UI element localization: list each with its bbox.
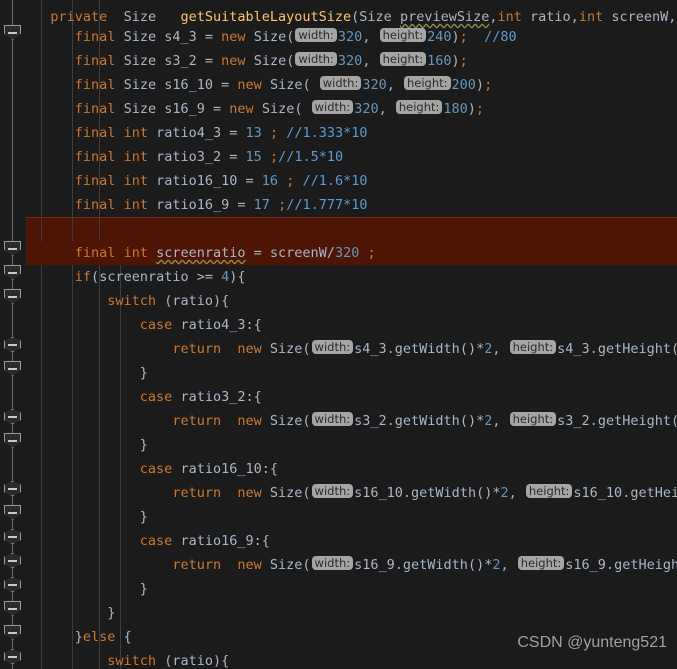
fold-minus-glyph (8, 608, 17, 610)
param-hint-width: width: (295, 28, 337, 42)
code-line[interactable]: if(screenratio >= 4){ (26, 265, 677, 289)
param-hint-height: height: (509, 340, 557, 354)
param-hint-width: width: (311, 100, 354, 114)
fold-end-icon[interactable] (4, 337, 21, 352)
fold-end-icon[interactable] (4, 649, 21, 664)
param-hint-width: width: (311, 556, 354, 570)
fold-end-icon[interactable] (4, 409, 21, 424)
param-hint-height: height: (379, 52, 427, 66)
code-line[interactable]: } (26, 433, 677, 457)
fold-collapse-icon[interactable] (4, 361, 21, 376)
code-line[interactable]: final Size s3_2 = new Size(width: 320, he… (26, 49, 677, 73)
fold-collapse-icon[interactable] (4, 505, 21, 520)
code-line[interactable]: final int ratio3_2 = 15 ;//1.5*10 (26, 145, 677, 169)
fold-minus-glyph (8, 416, 17, 418)
code-line[interactable]: } (26, 361, 677, 385)
param-hint-width: width: (311, 484, 354, 498)
fold-minus-glyph (8, 296, 17, 298)
code-line[interactable]: case ratio4_3:{ (26, 313, 677, 337)
fold-minus-glyph (8, 536, 17, 538)
code-line[interactable]: case ratio3_2:{ (26, 385, 677, 409)
param-hint-height: height: (525, 484, 573, 498)
code-line[interactable]: return new Size(width: s16_10.getWidth()*… (26, 481, 677, 505)
csdn-watermark: CSDN @yunteng521 (517, 634, 667, 651)
code-lines[interactable]: private Size getSuitableLayoutSize(Size … (26, 0, 677, 669)
fold-minus-glyph (8, 512, 17, 514)
code-line[interactable]: } (26, 505, 677, 529)
fold-minus-glyph (8, 440, 17, 442)
param-hint-height: height: (517, 556, 565, 570)
code-line[interactable]: case ratio16_9:{ (26, 529, 677, 553)
param-hint-height: height: (404, 76, 451, 90)
fold-minus-glyph (8, 560, 17, 562)
code-line[interactable]: } (26, 577, 677, 601)
fold-collapse-icon[interactable] (4, 625, 21, 640)
param-hint-height: height: (395, 100, 443, 114)
code-line-highlighted[interactable]: final int screenratio = screenW/320 ; (26, 241, 677, 265)
code-line[interactable]: } (26, 601, 677, 625)
code-line[interactable]: return new Size(width: s16_9.getWidth()*2… (26, 553, 677, 577)
fold-minus-glyph (8, 368, 17, 370)
fold-collapse-icon[interactable] (4, 289, 21, 304)
fold-end-icon[interactable] (4, 529, 21, 544)
param-hint-width: width: (319, 76, 362, 90)
fold-rail (12, 0, 13, 669)
fold-minus-glyph (8, 656, 17, 658)
code-line[interactable]: final int ratio16_10 = 16 ; //1.6*10 (26, 169, 677, 193)
code-line-empty[interactable] (26, 217, 677, 241)
code-line[interactable]: final Size s16_10 = new Size( width: 320,… (26, 73, 677, 97)
code-line[interactable]: private Size getSuitableLayoutSize(Size … (26, 0, 677, 25)
fold-collapse-icon[interactable] (4, 241, 21, 256)
fold-collapse-icon[interactable] (4, 25, 21, 40)
code-editor[interactable]: private Size getSuitableLayoutSize(Size … (0, 0, 677, 669)
fold-end-icon[interactable] (4, 481, 21, 496)
fold-minus-glyph (8, 32, 17, 34)
code-line[interactable]: return new Size(width: s3_2.getWidth()*2,… (26, 409, 677, 433)
param-hint-height: height: (379, 28, 427, 42)
fold-minus-glyph (8, 344, 17, 346)
fold-minus-glyph (8, 272, 17, 274)
fold-collapse-icon[interactable] (4, 601, 21, 616)
code-area[interactable]: private Size getSuitableLayoutSize(Size … (26, 0, 677, 669)
fold-end-icon[interactable] (4, 577, 21, 592)
code-line[interactable]: final int ratio16_9 = 17 ;//1.777*10 (26, 193, 677, 217)
param-hint-height: height: (509, 412, 557, 426)
fold-collapse-icon[interactable] (4, 265, 21, 280)
code-line[interactable]: return new Size(width: s4_3.getWidth()*2,… (26, 337, 677, 361)
fold-minus-glyph (8, 488, 17, 490)
code-line[interactable]: case ratio16_10:{ (26, 457, 677, 481)
code-line[interactable]: final int ratio4_3 = 13 ; //1.333*10 (26, 121, 677, 145)
fold-minus-glyph (8, 584, 17, 586)
code-line[interactable]: final Size s4_3 = new Size(width: 320, he… (26, 25, 677, 49)
param-hint-width: width: (311, 412, 354, 426)
fold-collapse-icon[interactable] (4, 433, 21, 448)
code-line[interactable]: switch (ratio){ (26, 649, 677, 669)
param-hint-width: width: (295, 52, 337, 66)
param-hint-width: width: (311, 340, 354, 354)
fold-end-icon[interactable] (4, 553, 21, 568)
code-line[interactable]: switch (ratio){ (26, 289, 677, 313)
code-line[interactable]: final Size s16_9 = new Size( width: 320, … (26, 97, 677, 121)
editor-gutter[interactable] (0, 0, 26, 669)
fold-minus-glyph (8, 248, 17, 250)
fold-minus-glyph (8, 632, 17, 634)
